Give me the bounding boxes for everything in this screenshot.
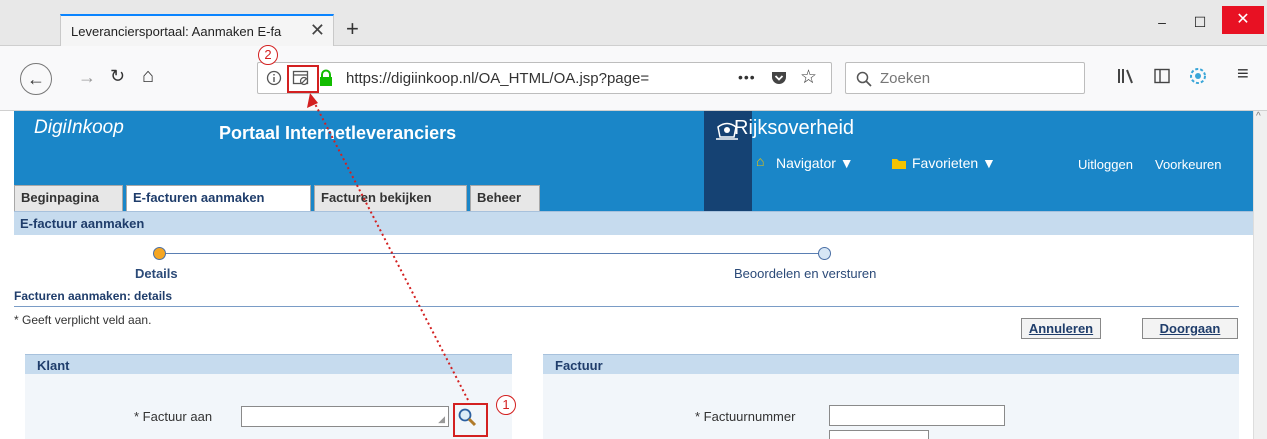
browser-window: Leveranciersportaal: Aanmaken E-fa ✕ + ‒…: [0, 0, 1267, 439]
annotation-arrow: [307, 93, 469, 401]
